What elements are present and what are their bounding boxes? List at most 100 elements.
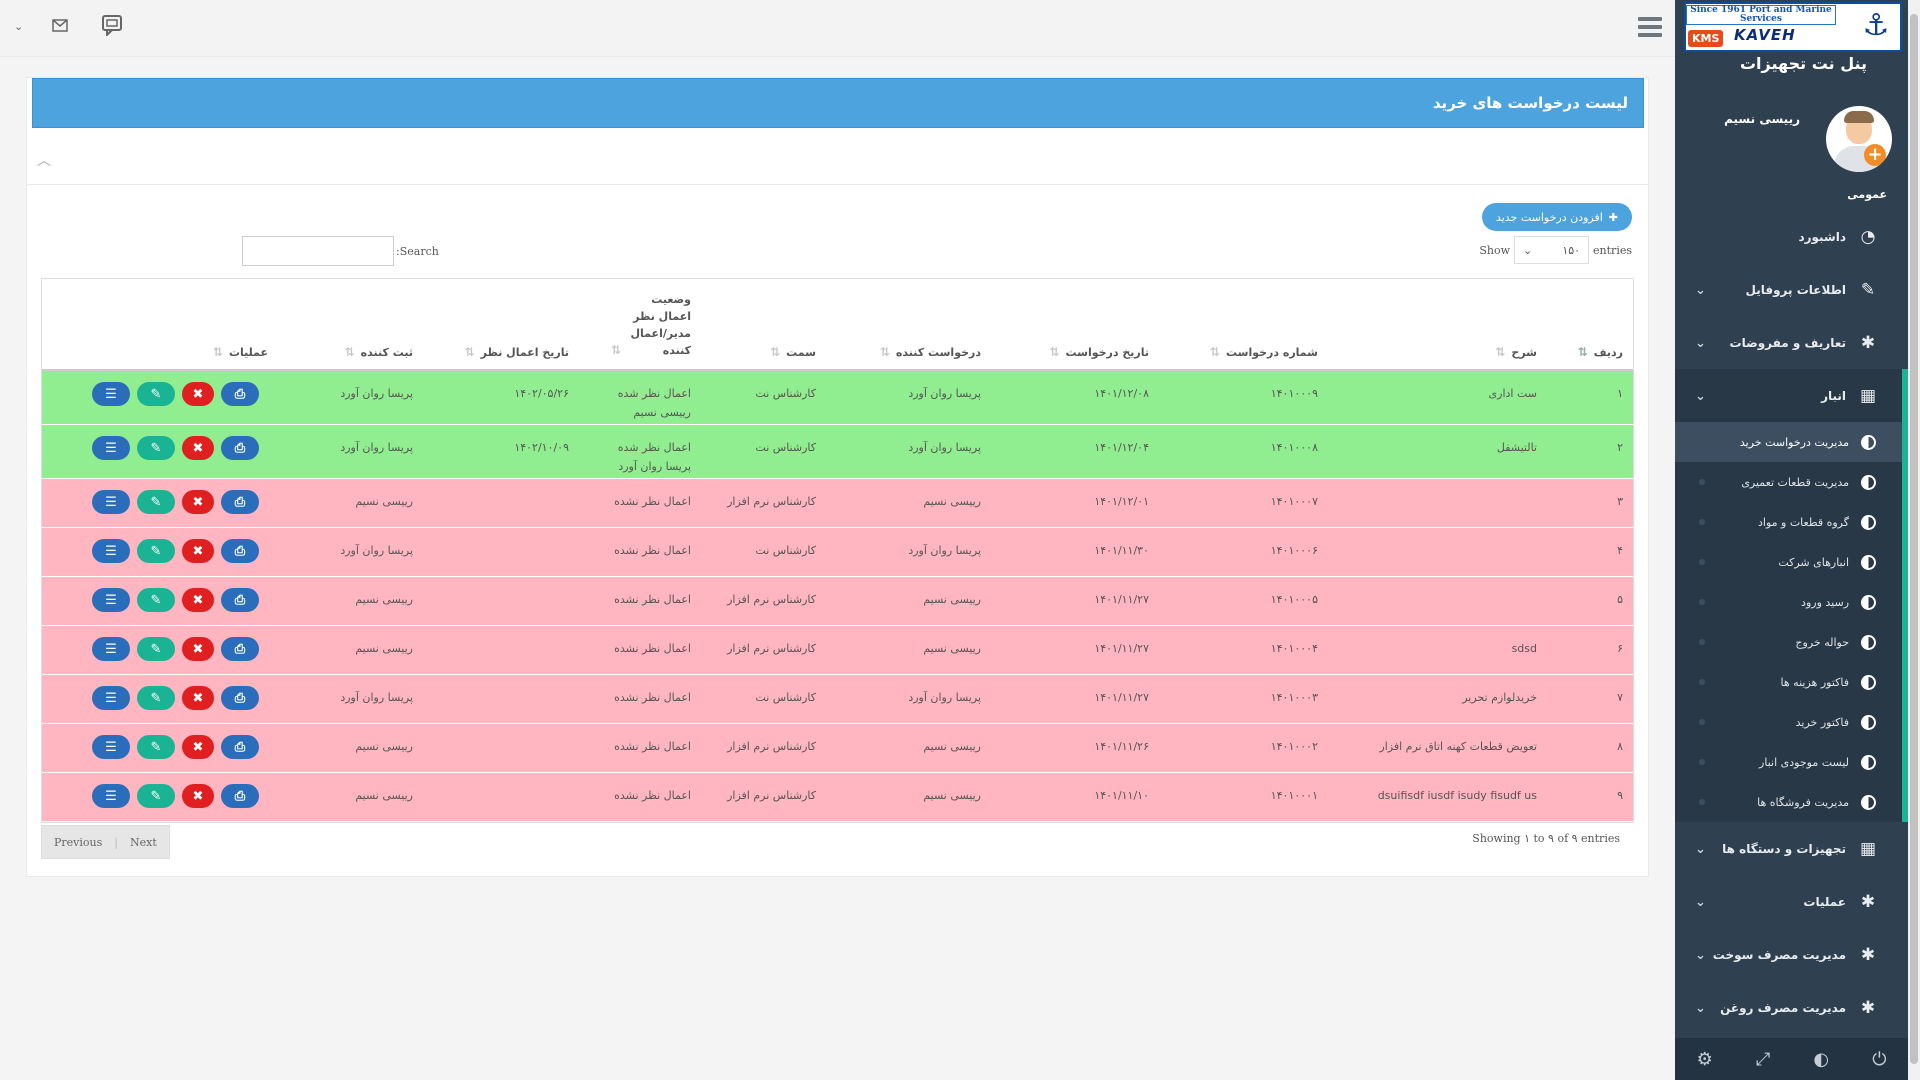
cell-description: خریدلوازم تحریر bbox=[1462, 691, 1537, 704]
cell-request-date: ۱۴۰۱/۱۱/۱۰ bbox=[1094, 789, 1149, 802]
avatar[interactable]: + bbox=[1826, 106, 1892, 172]
submenu-purchase-invoices[interactable]: فاکتور خرید bbox=[1675, 702, 1902, 742]
details-button[interactable]: ☰ bbox=[92, 637, 130, 661]
cell-department: کارشناس نرم افزار bbox=[727, 740, 816, 753]
edit-button[interactable]: ✎ bbox=[137, 686, 175, 710]
edit-button[interactable]: ✎ bbox=[137, 539, 175, 563]
cell-department: کارشناس نت bbox=[755, 544, 816, 557]
collapse-icon[interactable]: ︿ bbox=[37, 150, 51, 170]
chevron-down-icon: ⌄ bbox=[1695, 1001, 1706, 1016]
page-length-select[interactable]: ۱۵۰ ⌄ bbox=[1514, 236, 1590, 264]
next-button[interactable]: Next bbox=[118, 836, 169, 849]
submenu-purchase-requests[interactable]: مدیریت درخواست خرید bbox=[1675, 422, 1902, 462]
delete-button[interactable]: ✖ bbox=[182, 539, 214, 563]
col-header-dept[interactable]: سمت ⇅ bbox=[770, 345, 816, 359]
mail-icon[interactable] bbox=[52, 17, 68, 37]
delete-button[interactable]: ✖ bbox=[182, 637, 214, 661]
col-header-ops[interactable]: عملیات ⇅ bbox=[213, 345, 268, 359]
submenu-dispatch[interactable]: حواله خروج bbox=[1675, 622, 1902, 662]
power-icon[interactable]: ⏻ bbox=[1872, 1049, 1886, 1070]
submenu-expense-invoices[interactable]: فاکتور هزینه ها bbox=[1675, 662, 1902, 702]
cell-registrar: پریسا روان آورد bbox=[340, 544, 413, 557]
col-header-apply-date[interactable]: تاریخ اعمال نظر ⇅ bbox=[465, 345, 569, 359]
gear-icon[interactable]: ⚙ bbox=[1697, 1049, 1713, 1070]
submenu-label: فاکتور خرید bbox=[1795, 715, 1849, 729]
sidebar-item-definitions[interactable]: ✱ تعاریف و مفروضات ⌄ bbox=[1675, 316, 1908, 369]
delete-button[interactable]: ✖ bbox=[182, 436, 214, 460]
details-button[interactable]: ☰ bbox=[92, 735, 130, 759]
print-button[interactable]: ⎙ bbox=[221, 784, 259, 808]
edit-button[interactable]: ✎ bbox=[137, 436, 175, 460]
cell-requester: پریسا روان آورد bbox=[908, 441, 981, 454]
submenu-stores[interactable]: مدیریت فروشگاه ها bbox=[1675, 782, 1902, 822]
print-button[interactable]: ⎙ bbox=[221, 588, 259, 612]
delete-button[interactable]: ✖ bbox=[182, 784, 214, 808]
col-header-registrar[interactable]: ثبت کننده ⇅ bbox=[345, 345, 413, 359]
details-button[interactable]: ☰ bbox=[92, 588, 130, 612]
print-button[interactable]: ⎙ bbox=[221, 686, 259, 710]
add-request-button[interactable]: ✚ افزودن درخواست جدید bbox=[1481, 203, 1632, 231]
print-button[interactable]: ⎙ bbox=[221, 539, 259, 563]
sidebar-item-dashboard[interactable]: ◔ داشبورد bbox=[1675, 210, 1908, 263]
edit-button[interactable]: ✎ bbox=[137, 588, 175, 612]
details-button[interactable]: ☰ bbox=[92, 686, 130, 710]
cell-description: تعویض قطعات کهنه اتاق نرم افزار bbox=[1379, 740, 1537, 753]
col-header-date[interactable]: تاریخ درخواست ⇅ bbox=[1049, 345, 1149, 359]
edit-button[interactable]: ✎ bbox=[137, 735, 175, 759]
submenu-inventory-list[interactable]: لیست موجودی انبار bbox=[1675, 742, 1902, 782]
search-input[interactable] bbox=[242, 236, 394, 266]
details-button[interactable]: ☰ bbox=[92, 539, 130, 563]
sidebar-item-warehouse[interactable]: ▦ انبار ⌄ bbox=[1675, 369, 1908, 422]
print-button[interactable]: ⎙ bbox=[221, 382, 259, 406]
fullscreen-icon[interactable]: ⤢ bbox=[1756, 1049, 1770, 1070]
col-header-requester[interactable]: درخواست کننده ⇅ bbox=[880, 345, 981, 359]
bug-icon: ✱ bbox=[1860, 997, 1876, 1018]
menu-toggle-icon[interactable] bbox=[1638, 17, 1662, 37]
edit-button[interactable]: ✎ bbox=[137, 784, 175, 808]
cell-request-date: ۱۴۰۱/۱۲/۰۱ bbox=[1094, 495, 1149, 508]
status-text: اعمال نظر نشده bbox=[614, 544, 691, 557]
submenu-parts-groups[interactable]: گروه قطعات و مواد bbox=[1675, 502, 1902, 542]
chevron-down-icon[interactable]: ⌄ bbox=[14, 20, 23, 33]
sidebar-item-oil[interactable]: ✱ مدیریت مصرف روغن ⌄ bbox=[1675, 981, 1908, 1034]
delete-button[interactable]: ✖ bbox=[182, 735, 214, 759]
cell-registrar: رییسی نسیم bbox=[355, 642, 413, 655]
print-button[interactable]: ⎙ bbox=[221, 490, 259, 514]
delete-button[interactable]: ✖ bbox=[182, 686, 214, 710]
details-button[interactable]: ☰ bbox=[92, 784, 130, 808]
delete-button[interactable]: ✖ bbox=[182, 490, 214, 514]
details-button[interactable]: ☰ bbox=[92, 382, 130, 406]
details-button[interactable]: ☰ bbox=[92, 490, 130, 514]
col-header-idx[interactable]: ردیف ⇅ bbox=[1578, 345, 1623, 359]
cell-index: ۲ bbox=[1617, 441, 1623, 454]
chat-icon[interactable] bbox=[101, 14, 125, 41]
dashboard-icon: ◔ bbox=[1860, 226, 1876, 247]
cell-index: ۳ bbox=[1617, 495, 1623, 508]
print-button[interactable]: ⎙ bbox=[221, 436, 259, 460]
sidebar-item-operations[interactable]: ✱ عملیات ⌄ bbox=[1675, 875, 1908, 928]
sidebar-item-profile[interactable]: ✎ اطلاعات پروفایل ⌄ bbox=[1675, 263, 1908, 316]
col-header-status[interactable]: وضعیت اعمال نظر مدیر/اعمال کننده ⇅ bbox=[611, 291, 691, 359]
print-button[interactable]: ⎙ bbox=[221, 637, 259, 661]
sidebar-scrollbar[interactable] bbox=[1908, 0, 1920, 1080]
submenu-company-warehouses[interactable]: انبارهای شرکت bbox=[1675, 542, 1902, 582]
table-row: ۵ ۱۴۰۱۰۰۰۵ ۱۴۰۱/۱۱/۲۷ رییسی نسیم کارشناس نرم… bbox=[42, 577, 1633, 626]
previous-button[interactable]: Previous bbox=[42, 836, 114, 849]
submenu-receipt[interactable]: رسید ورود bbox=[1675, 582, 1902, 622]
status-text: اعمال نظر نشده bbox=[614, 691, 691, 704]
print-button[interactable]: ⎙ bbox=[221, 735, 259, 759]
edit-button[interactable]: ✎ bbox=[137, 382, 175, 406]
delete-button[interactable]: ✖ bbox=[182, 588, 214, 612]
edit-button[interactable]: ✎ bbox=[137, 637, 175, 661]
page-length-value: ۱۵۰ bbox=[1562, 243, 1581, 257]
edit-button[interactable]: ✎ bbox=[137, 490, 175, 514]
delete-button[interactable]: ✖ bbox=[182, 382, 214, 406]
details-button[interactable]: ☰ bbox=[92, 436, 130, 460]
sidebar-item-fuel[interactable]: ✱ مدیریت مصرف سوخت ⌄ bbox=[1675, 928, 1908, 981]
col-header-num[interactable]: شماره درخواست ⇅ bbox=[1210, 345, 1318, 359]
bug-icon: ✱ bbox=[1860, 332, 1876, 353]
sidebar-item-equipment[interactable]: ▦ تجهیزات و دستگاه ها ⌄ bbox=[1675, 822, 1908, 875]
col-header-desc[interactable]: شرح ⇅ bbox=[1495, 345, 1537, 359]
eye-slash-icon[interactable]: ◐ bbox=[1813, 1049, 1829, 1070]
submenu-repair-parts[interactable]: مدیریت قطعات تعمیری bbox=[1675, 462, 1902, 502]
